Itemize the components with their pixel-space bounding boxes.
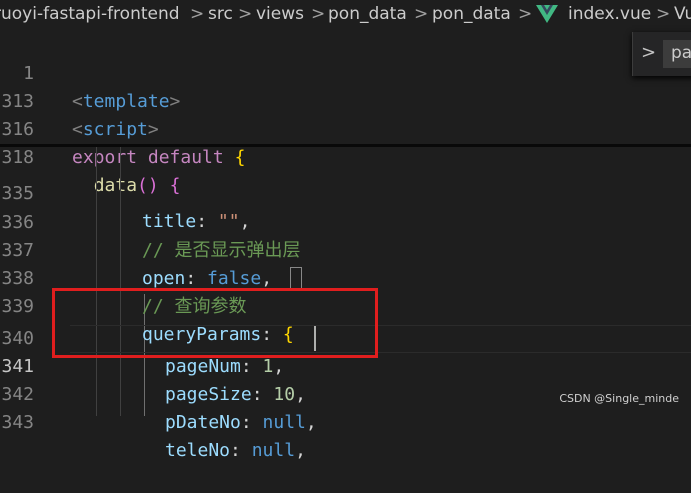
code-line[interactable]: 338 // 查询参数 bbox=[0, 237, 691, 317]
vue-file-icon bbox=[536, 5, 558, 23]
chevron-right-icon: > bbox=[311, 4, 326, 24]
breadcrumb-item-pon-data[interactable]: pon_data bbox=[328, 4, 407, 24]
sticky-line[interactable]: 1 <template> bbox=[0, 32, 691, 112]
breadcrumb-item-src[interactable]: src bbox=[208, 4, 233, 24]
breadcrumb-item-views[interactable]: views bbox=[256, 4, 304, 24]
breadcrumb: ruoyi-fastapi-frontend > src > views > p… bbox=[0, 0, 691, 30]
breadcrumb-item-project[interactable]: ruoyi-fastapi-frontend bbox=[0, 4, 180, 24]
code-line[interactable]: 335 title: "", bbox=[0, 152, 691, 232]
find-widget[interactable]: > pa bbox=[632, 32, 691, 76]
code-text: teleNo: null, bbox=[165, 440, 306, 461]
code-text: pDateNo: null, bbox=[165, 412, 317, 433]
breadcrumb-item-file[interactable]: index.vue bbox=[568, 4, 651, 24]
find-input[interactable]: pa bbox=[663, 40, 691, 68]
chevron-right-icon: > bbox=[190, 4, 205, 24]
chevron-right-icon: > bbox=[518, 4, 533, 24]
sticky-line[interactable]: 316 export default { bbox=[0, 88, 691, 168]
breadcrumb-item-symbol[interactable]: Vu bbox=[674, 4, 691, 24]
annotation-highlight-box bbox=[52, 288, 378, 358]
sticky-scroll-header[interactable]: 1 <template> 313 <script> 316 export def… bbox=[0, 30, 632, 196]
sticky-line[interactable]: 318 data() { bbox=[0, 116, 691, 196]
chevron-right-icon: > bbox=[238, 4, 253, 24]
sticky-scroll-shadow bbox=[0, 144, 691, 147]
find-input-value: pa bbox=[671, 43, 691, 63]
code-line[interactable]: 337 open: false, bbox=[0, 209, 691, 289]
watermark: CSDN @Single_minde bbox=[559, 392, 679, 405]
chevron-right-icon: > bbox=[414, 4, 429, 24]
sticky-line[interactable]: 313 <script> bbox=[0, 60, 691, 140]
code-line[interactable]: 336 // 是否显示弹出层 bbox=[0, 181, 691, 261]
chevron-right-icon: > bbox=[656, 4, 671, 24]
toggle-replace-chevron-icon[interactable]: > bbox=[641, 42, 656, 63]
breadcrumb-item-pon-data-2[interactable]: pon_data bbox=[432, 4, 511, 24]
line-number: 343 bbox=[1, 412, 34, 433]
